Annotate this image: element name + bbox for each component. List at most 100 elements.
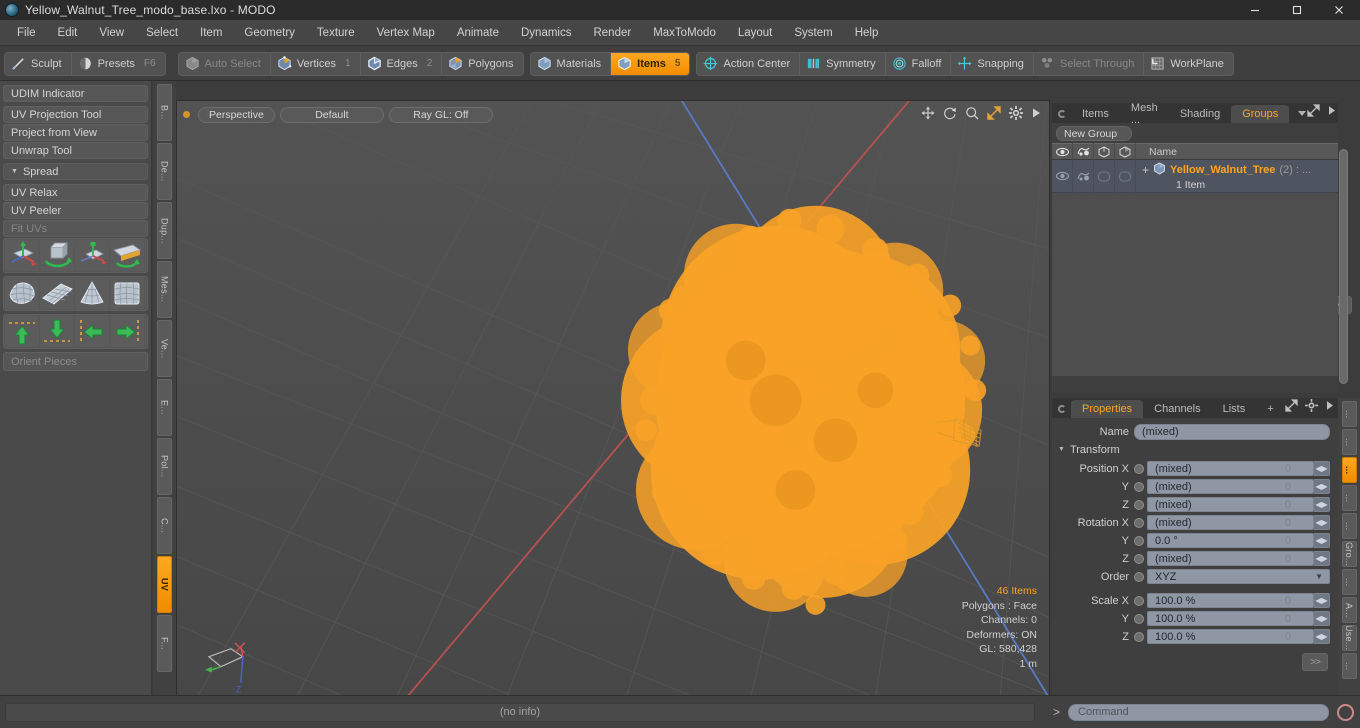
field-spinner[interactable]: ◀▶: [1314, 629, 1330, 644]
field-spinner[interactable]: ◀▶: [1314, 479, 1330, 494]
scale-axis-icon[interactable]: [75, 240, 109, 271]
tab-[interactable]: +: [1256, 400, 1284, 418]
rotate-tool-icon[interactable]: [943, 106, 957, 123]
vtab-A-7[interactable]: A...: [1341, 597, 1357, 623]
menu-item-render[interactable]: Render: [582, 24, 642, 42]
toolbar-button-polygons[interactable]: Polygons: [442, 53, 522, 75]
menu-item-geometry[interactable]: Geometry: [233, 24, 306, 42]
tab-shading[interactable]: Shading: [1169, 105, 1231, 123]
vtab-UV-8[interactable]: UV: [157, 556, 172, 613]
row-lock-checkbox[interactable]: [1094, 159, 1115, 193]
maximize-view-icon[interactable]: [987, 106, 1001, 123]
vtab-Mes-3[interactable]: Mes...: [157, 261, 172, 318]
field-spinner[interactable]: ◀▶: [1314, 461, 1330, 476]
order-radio[interactable]: [1134, 571, 1144, 582]
field-input[interactable]: (mixed) 0: [1147, 497, 1314, 512]
close-icon[interactable]: [1318, 0, 1360, 20]
row-expander[interactable]: +: [1142, 163, 1149, 177]
vtab-dots-2[interactable]: ...: [1341, 457, 1357, 483]
toolbar-button-snapping[interactable]: Snapping: [951, 52, 1034, 75]
zoom-tool-icon[interactable]: [965, 106, 979, 123]
vtab-dots-1[interactable]: ...: [1341, 429, 1357, 455]
toolbar-button-items[interactable]: Items 5: [611, 52, 690, 75]
move-axis-icon[interactable]: [5, 240, 39, 271]
field-input[interactable]: 100.0 % 0: [1147, 611, 1314, 626]
field-key-toggle[interactable]: [1134, 481, 1144, 492]
menu-item-view[interactable]: View: [88, 24, 135, 42]
vtab-De-1[interactable]: De...: [157, 143, 172, 200]
field-key-toggle[interactable]: [1134, 631, 1144, 642]
field-spinner[interactable]: ◀▶: [1314, 611, 1330, 626]
field-key-toggle[interactable]: [1134, 499, 1144, 510]
tool-udim-indicator[interactable]: UDIM Indicator: [3, 85, 148, 102]
expand-panel-icon[interactable]: [1307, 104, 1320, 120]
item-list-scrollbar[interactable]: [1339, 149, 1348, 384]
tab-lists[interactable]: Lists: [1212, 400, 1257, 418]
expand-panel-icon[interactable]: [1285, 399, 1298, 415]
tab-properties[interactable]: Properties: [1071, 400, 1144, 418]
viewport-raygl-button[interactable]: Ray GL: Off: [388, 106, 493, 123]
render-visibility-icon[interactable]: [1073, 143, 1094, 160]
vtab-Dup-2[interactable]: Dup...: [157, 202, 172, 259]
tab-channels[interactable]: Channels: [1143, 400, 1211, 418]
vtab-dots-3[interactable]: ...: [1341, 485, 1357, 511]
uv-cone-map-icon[interactable]: [75, 278, 109, 309]
table-row[interactable]: + Yellow_Walnut_Tree (2) : ... 1 Item: [1052, 159, 1338, 193]
field-input[interactable]: (mixed) 0: [1147, 461, 1314, 476]
tool-spread[interactable]: ▼ Spread: [3, 163, 148, 180]
field-key-toggle[interactable]: [1134, 595, 1144, 606]
panel-menu-icon[interactable]: [1058, 110, 1066, 118]
toolbar-button-sculpt[interactable]: Sculpt: [5, 52, 72, 75]
viewport-3d[interactable]: Z Perspective Default Ray GL: Off 46 Ite…: [176, 100, 1050, 698]
viewport-projection-button[interactable]: Perspective: [198, 106, 275, 123]
field-key-toggle[interactable]: [1134, 463, 1144, 474]
gear-icon[interactable]: [1304, 399, 1318, 415]
name-field[interactable]: (mixed): [1134, 423, 1330, 440]
menu-item-layout[interactable]: Layout: [727, 24, 784, 42]
menu-item-vertex-map[interactable]: Vertex Map: [366, 24, 446, 42]
menu-item-help[interactable]: Help: [844, 24, 890, 42]
field-input[interactable]: 100.0 % 0: [1147, 629, 1314, 644]
record-circle-icon[interactable]: [1337, 703, 1354, 721]
field-input[interactable]: 0.0 ° 0: [1147, 533, 1314, 548]
toolbar-button-action-center[interactable]: Action Center: [697, 52, 801, 75]
vtab-B-0[interactable]: B...: [157, 84, 172, 141]
gear-icon[interactable]: [1009, 106, 1023, 123]
menu-item-animate[interactable]: Animate: [446, 24, 510, 42]
row-shade-checkbox[interactable]: [1115, 159, 1136, 193]
play-arrow-icon[interactable]: [1325, 400, 1334, 414]
tool-project-from-view[interactable]: Project from View: [3, 124, 148, 141]
vtab-Use-8[interactable]: Use...: [1341, 625, 1357, 651]
command-input[interactable]: Command: [1068, 703, 1329, 721]
menu-item-item[interactable]: Item: [189, 24, 233, 42]
tool-fit-uvs[interactable]: Fit UVs: [3, 220, 148, 237]
uv-cylinder-map-icon[interactable]: [110, 278, 144, 309]
menu-item-file[interactable]: File: [6, 24, 47, 42]
toolbar-button-workplane[interactable]: WorkPlane: [1144, 53, 1233, 75]
menu-item-maxtomodo[interactable]: MaxToModo: [642, 24, 727, 42]
flip-plane-icon[interactable]: [110, 240, 144, 271]
field-input[interactable]: 100.0 % 0: [1147, 593, 1314, 608]
play-arrow-icon[interactable]: [1031, 107, 1041, 122]
menu-item-dynamics[interactable]: Dynamics: [510, 24, 582, 42]
align-up-icon[interactable]: [5, 316, 39, 347]
align-left-icon[interactable]: [75, 316, 109, 347]
row-render-visibility-icon[interactable]: [1073, 159, 1094, 193]
field-input[interactable]: (mixed) 0: [1147, 551, 1314, 566]
tab-groups[interactable]: Groups: [1231, 105, 1290, 123]
properties-more-button[interactable]: >>: [1302, 653, 1328, 671]
new-group-button[interactable]: New Group: [1056, 126, 1132, 141]
play-arrow-icon[interactable]: [1327, 105, 1336, 119]
eye-icon[interactable]: [1052, 143, 1073, 160]
tool-uv-relax[interactable]: UV Relax: [3, 184, 148, 201]
rotate-cube-icon[interactable]: [40, 240, 74, 271]
vtab-dots-0[interactable]: ...: [1341, 401, 1357, 427]
toolbar-button-auto-select[interactable]: Auto Select: [179, 52, 271, 75]
field-key-toggle[interactable]: [1134, 535, 1144, 546]
uv-planar-grid-icon[interactable]: [40, 278, 74, 309]
vtab-E-5[interactable]: E...: [157, 379, 172, 436]
field-key-toggle[interactable]: [1134, 553, 1144, 564]
field-key-toggle[interactable]: [1134, 613, 1144, 624]
field-spinner[interactable]: ◀▶: [1314, 515, 1330, 530]
vtab-dots-9[interactable]: ...: [1341, 653, 1357, 679]
